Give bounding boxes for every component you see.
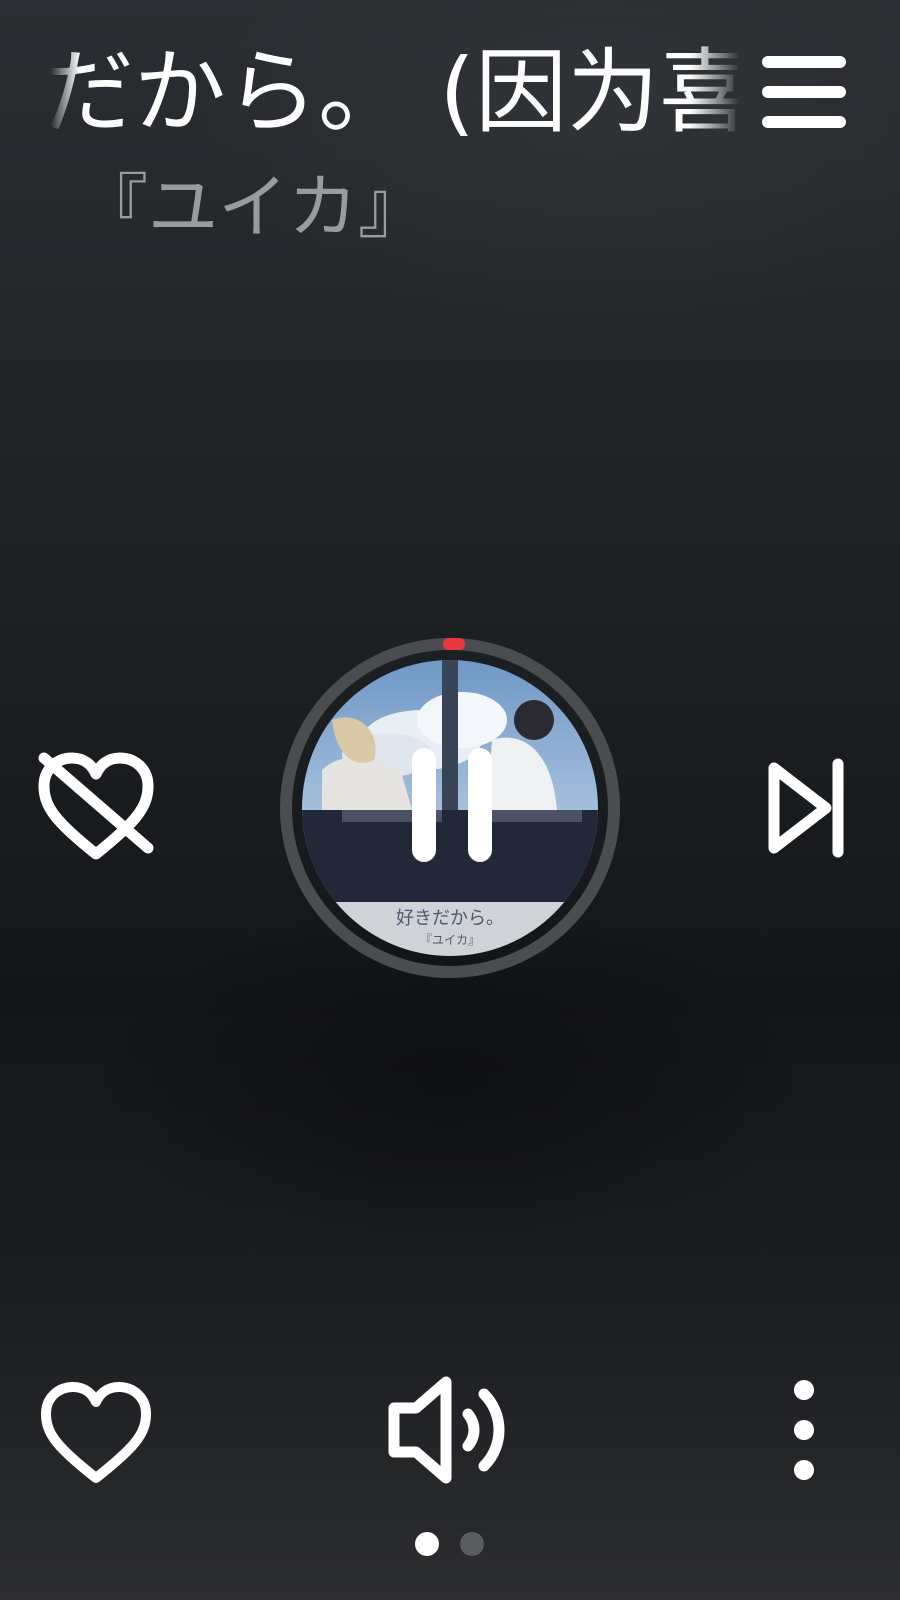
album-disc[interactable]: 好きだから。 『ユイカ』 [280, 638, 620, 978]
song-title-marquee: だから。 (因为喜欢 [50, 30, 740, 160]
album-caption-1: 好きだから。 [396, 908, 504, 929]
hamburger-menu-icon[interactable] [760, 52, 848, 134]
speaker-volume-icon[interactable] [386, 1374, 516, 1486]
page-dot-2[interactable] [460, 1532, 484, 1556]
song-title: だから。 (因为喜欢 [50, 39, 740, 146]
song-artist: 『ユイカ』 [78, 166, 428, 248]
page-dot-1[interactable] [415, 1532, 439, 1556]
more-vertical-icon[interactable] [790, 1378, 818, 1482]
progress-indicator [443, 638, 465, 650]
heart-outline-icon[interactable] [38, 1380, 154, 1486]
pause-icon[interactable] [412, 748, 492, 868]
skip-next-icon[interactable] [764, 756, 848, 860]
heart-crossed-icon[interactable] [36, 752, 156, 862]
album-caption-2: 『ユイカ』 [420, 933, 480, 947]
